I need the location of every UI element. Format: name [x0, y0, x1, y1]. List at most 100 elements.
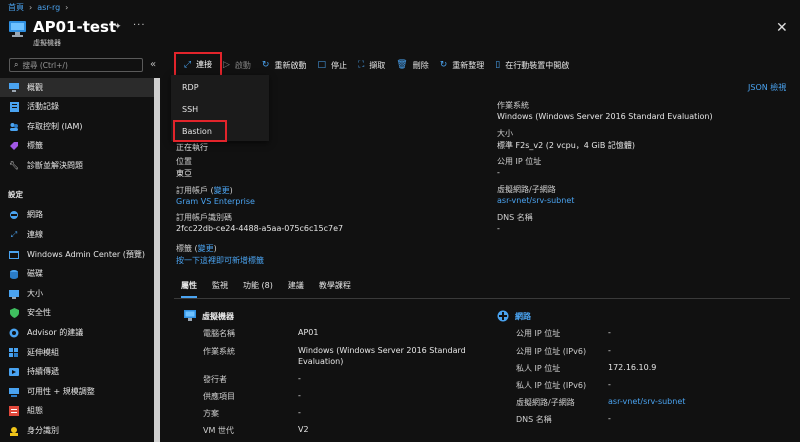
dns-label: DNS 名稱 [497, 213, 533, 222]
stop-button-label: 停止 [330, 60, 347, 70]
vm-section-title: 虛擬機器 [202, 312, 234, 321]
collapse-sidebar-icon[interactable]: « [150, 59, 156, 70]
vm-generation-value: V2 [298, 425, 309, 434]
sidebar-item-tags[interactable]: 標籤 [0, 136, 154, 155]
sidebar-item-continuous-delivery[interactable]: 持續傳遞 [0, 362, 154, 381]
vm-generation-label: VM 世代 [203, 426, 234, 435]
sidebar-item-connect[interactable]: ⤢ 連線 [0, 225, 154, 244]
breadcrumb: 首頁 › asr-rg › [8, 1, 68, 13]
identity-icon [9, 426, 19, 436]
advisor-icon [9, 328, 19, 338]
vnet-prop-link[interactable]: asr-vnet/srv-subnet [608, 397, 685, 406]
computer-name-value: AP01 [298, 328, 319, 337]
sidebar-item-configuration[interactable]: 組態 [0, 401, 154, 420]
wrench-icon: 🔧︎ [8, 161, 20, 170]
network-icon [9, 210, 19, 220]
restart-button-label: 重新啟動 [274, 60, 307, 70]
breadcrumb-home[interactable]: 首頁 [8, 2, 24, 13]
sidebar-item-label: 標籤 [27, 141, 43, 150]
sidebar-item-advisor[interactable]: Advisor 的建議 [0, 323, 154, 342]
publisher-value: - [298, 374, 301, 383]
sidebar-item-label: Advisor 的建議 [27, 328, 84, 337]
breadcrumb-resource-group[interactable]: asr-rg [37, 3, 60, 12]
status-value: 正在執行 [176, 143, 208, 152]
os-prop-label: 作業系統 [203, 347, 235, 356]
close-icon[interactable]: ✕ [776, 20, 788, 36]
iam-icon [9, 122, 19, 132]
more-options-icon[interactable]: ··· [133, 20, 146, 31]
monitor-icon [9, 83, 19, 93]
sidebar-item-iam[interactable]: 存取控制 (IAM) [0, 117, 154, 136]
sidebar-item-disks[interactable]: 磁碟 [0, 264, 154, 283]
pin-icon[interactable]: ✦ [114, 22, 124, 32]
sidebar-item-security[interactable]: 安全性 [0, 303, 154, 322]
connect-icon: ⤢ [10, 229, 18, 239]
menu-item-ssh[interactable]: SSH [171, 98, 269, 120]
tab-tutorials[interactable]: 教學課程 [319, 280, 351, 298]
plan-label: 方案 [203, 409, 219, 418]
refresh-button[interactable]: ↻ 重新整理 [440, 60, 485, 71]
tab-divider [174, 298, 790, 299]
subscription-label: 訂用帳戶 (變更) [176, 185, 233, 196]
sidebar-item-identity[interactable]: 身分識別 [0, 421, 154, 440]
tags-change-link[interactable]: 變更 [198, 244, 214, 253]
vnet-prop-label: 虛擬網路/子網路 [516, 398, 575, 407]
tags-label: 標籤 (變更) [176, 243, 217, 254]
open-mobile-button[interactable]: ▯ 在行動裝置中開啟 [495, 60, 569, 71]
publisher-label: 發行者 [203, 375, 227, 384]
stop-icon: □ [317, 60, 326, 70]
size-value: 標準 F2s_v2 (2 vcpu，4 GiB 記憶體) [497, 141, 636, 150]
json-view-link[interactable]: JSON 檢視 [748, 82, 786, 93]
admin-center-icon [9, 250, 19, 260]
subscription-value-link[interactable]: Gram VS Enterprise [176, 197, 255, 206]
subscription-change-link[interactable]: 變更 [214, 186, 230, 195]
capture-button[interactable]: ⛶ 擷取 [358, 60, 385, 71]
page-title: AP01-test [33, 18, 117, 36]
sidebar-item-label: 存取控制 (IAM) [27, 122, 83, 131]
vnet-label: 虛擬網路/子網路 [497, 185, 556, 194]
sidebar-item-activity-log[interactable]: 活動記錄 [0, 97, 154, 116]
delivery-icon [9, 367, 19, 377]
sidebar-item-overview[interactable]: 概觀 [0, 78, 154, 97]
start-button[interactable]: ▷ 啟動 [223, 60, 251, 71]
network-section-title[interactable]: 網路 [515, 311, 531, 322]
tab-properties[interactable]: 屬性 [181, 280, 197, 298]
menu-item-rdp[interactable]: RDP [171, 76, 269, 98]
network-icon [497, 310, 509, 322]
stop-button[interactable]: □ 停止 [317, 60, 347, 71]
sidebar-item-label: 身分識別 [27, 426, 59, 435]
sidebar-item-admin-center[interactable]: Windows Admin Center (預覽) [0, 245, 154, 264]
tab-monitoring[interactable]: 監視 [212, 280, 228, 298]
sidebar-item-label: 持續傳遞 [27, 367, 59, 376]
location-label: 位置 [176, 157, 192, 166]
open-mobile-button-label: 在行動裝置中開啟 [505, 60, 570, 70]
tags-label-text: 標籤 ( [176, 244, 198, 253]
search-input[interactable]: ⌕ 搜尋 (Ctrl+/) [9, 58, 143, 72]
add-tags-link[interactable]: 按一下這裡即可新增標籤 [176, 255, 264, 266]
delete-button[interactable]: 🗑︎ 刪除 [396, 60, 428, 71]
location-value: 東亞 [176, 169, 192, 178]
sidebar-item-diagnose[interactable]: 🔧︎ 診斷並解決問題 [0, 156, 154, 175]
shield-icon [9, 307, 19, 318]
sidebar-scrollbar[interactable] [154, 78, 160, 442]
sidebar-item-network[interactable]: 網路 [0, 205, 154, 224]
sidebar-item-size[interactable]: 大小 [0, 284, 154, 303]
tab-recommendations[interactable]: 建議 [288, 280, 304, 298]
sidebar-item-availability[interactable]: 可用性 + 規模調整 [0, 382, 154, 401]
size-icon [9, 289, 19, 299]
public-ip-prop-label: 公用 IP 位址 [516, 329, 561, 338]
availability-icon [9, 387, 19, 397]
refresh-icon: ↻ [439, 60, 448, 70]
public-ip-value: - [497, 168, 500, 177]
sidebar-item-label: 安全性 [27, 308, 51, 317]
public-ipv6-label: 公用 IP 位址 (IPv6) [516, 347, 587, 356]
os-prop-value-cont: Evaluation) [298, 357, 344, 366]
refresh-button-label: 重新整理 [452, 60, 485, 70]
vnet-link[interactable]: asr-vnet/srv-subnet [497, 196, 574, 205]
extensions-icon [9, 347, 19, 358]
sidebar-item-label: 磁碟 [27, 269, 43, 278]
sidebar-item-extensions[interactable]: 延伸模組 [0, 343, 154, 362]
restart-button[interactable]: ↻ 重新啟動 [262, 60, 307, 71]
subscription-id-value: 2fcc22db-ce24-4488-a5aa-075c6c15c7e7 [176, 224, 344, 233]
tab-capabilities[interactable]: 功能 (8) [243, 280, 273, 298]
